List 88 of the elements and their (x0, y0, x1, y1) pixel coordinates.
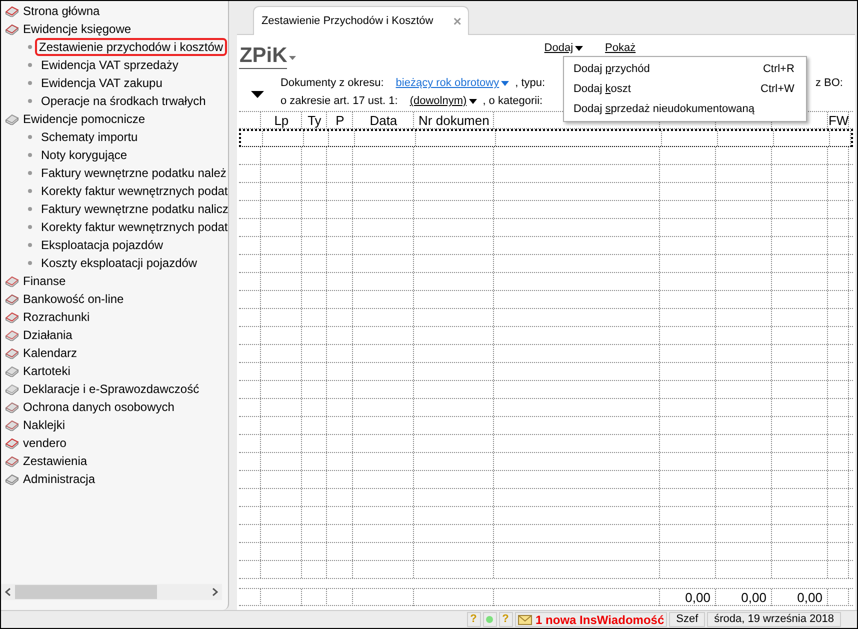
column-header[interactable]: P (327, 112, 354, 129)
action-link[interactable]: Pokaż (605, 40, 636, 56)
sidebar-item[interactable]: Strona główna (23, 2, 100, 20)
caret-icon[interactable] (575, 46, 584, 51)
bullet-icon (28, 189, 32, 193)
dropdown-icon[interactable] (289, 56, 296, 60)
sidebar-item[interactable]: Finanse (23, 272, 66, 290)
sidebar-item[interactable]: Rozrachunki (23, 308, 90, 326)
book-icon (5, 473, 19, 485)
scroll-right-icon[interactable] (212, 588, 218, 596)
bullet-icon (28, 63, 32, 67)
sidebar-item[interactable]: Ewidencje pomocnicze (23, 110, 146, 128)
menu-item[interactable]: Dodaj przychód Ctrl+R (564, 59, 806, 79)
book-icon (5, 23, 19, 35)
book-icon (5, 383, 19, 395)
column-header[interactable]: FW (828, 112, 850, 129)
column-header[interactable]: Data (353, 112, 414, 129)
column-header[interactable]: Ty (302, 112, 328, 129)
book-icon (5, 293, 19, 305)
column-header[interactable]: Nr dokumen (414, 112, 494, 129)
bullet-icon (28, 261, 32, 265)
bullet-icon (28, 135, 32, 139)
bullet-icon (28, 45, 32, 49)
book-icon (5, 365, 19, 377)
sidebar-item[interactable]: Kalendarz (23, 344, 78, 362)
date-label: środa, 19 września 2018 (707, 612, 841, 627)
sidebar-item[interactable]: Zestawienie przychodów i kosztów (35, 38, 228, 56)
collapse-icon[interactable] (251, 91, 264, 98)
envelope-icon (518, 614, 532, 624)
sidebar-item[interactable]: Administracja (23, 470, 96, 488)
menu-item[interactable]: Dodaj sprzedaż nieudokumentowaną (564, 99, 806, 119)
total-value: 0,00 (797, 590, 822, 605)
sidebar-item[interactable]: Bankowość on-line (23, 290, 124, 308)
scrollbar-thumb[interactable] (15, 585, 157, 599)
book-icon (5, 401, 19, 413)
filter-label: o zakresie art. 17 ust. 1: (280, 94, 398, 109)
sidebar-item[interactable]: Faktury wewnętrzne podatku należ (41, 164, 226, 182)
sidebar-item[interactable]: vendero (23, 434, 66, 452)
filter-label: , typu: (515, 76, 546, 91)
sidebar-item[interactable]: Ochrona danych osobowych (23, 398, 174, 416)
scroll-left-icon[interactable] (5, 588, 11, 596)
bullet-icon (28, 243, 32, 247)
sidebar-item[interactable]: Ewidencja VAT zakupu (41, 74, 162, 92)
bullet-icon (28, 99, 32, 103)
bullet-icon (28, 225, 32, 229)
period-dropdown[interactable]: bieżący rok obrotowy (396, 75, 510, 92)
book-icon (5, 455, 19, 467)
book-icon (5, 275, 19, 287)
sidebar-item[interactable]: Ewidencja VAT sprzedaży (41, 56, 178, 74)
filter-label: z BO: (815, 76, 843, 91)
book-icon (5, 113, 19, 125)
bullet-icon (28, 171, 32, 175)
sidebar-item[interactable]: Noty korygujące (41, 146, 128, 164)
user-label: Szef (669, 612, 706, 627)
filter-label: Dokumenty z okresu: (280, 76, 384, 91)
sidebar-item[interactable]: Koszty eksploatacji pojazdów (41, 254, 198, 272)
sidebar-item[interactable]: Zestawienia (23, 452, 88, 470)
menu-item[interactable]: Dodaj koszt Ctrl+W (564, 79, 806, 99)
book-icon (5, 329, 19, 341)
sidebar-item[interactable]: Kartoteki (23, 362, 70, 380)
total-value: 0,00 (685, 590, 710, 605)
bullet-icon (28, 153, 32, 157)
bullet-icon (28, 81, 32, 85)
sidebar-item[interactable]: Korekty faktur wewnętrznych podat (41, 218, 228, 236)
book-icon (5, 419, 19, 431)
book-icon (5, 437, 19, 449)
action-link[interactable]: Dodaj (544, 40, 574, 56)
sidebar-item[interactable]: Ewidencje księgowe (23, 20, 132, 38)
book-icon (5, 311, 19, 323)
sidebar-item[interactable]: Operacje na środkach trwałych (41, 92, 206, 110)
sidebar-item[interactable]: Korekty faktur wewnętrznych podat (41, 182, 228, 200)
sidebar-item[interactable]: Faktury wewnętrzne podatku nalicz (41, 200, 228, 218)
book-icon (5, 5, 19, 17)
page-heading[interactable]: ZPiK (239, 44, 288, 69)
sidebar-item[interactable]: Schematy importu (41, 128, 138, 146)
caret-icon[interactable] (468, 98, 477, 104)
column-header[interactable]: Lp (261, 112, 302, 129)
sidebar-item[interactable]: Naklejki (23, 416, 66, 434)
document-tab[interactable]: Zestawienie Przychodów i Kosztów × (253, 6, 470, 35)
book-icon (5, 347, 19, 359)
sidebar-item[interactable]: Deklaracje i e-Sprawozdawczość (23, 380, 200, 398)
sidebar-item[interactable]: Działania (23, 326, 72, 344)
message-button[interactable]: 1 nowa InsWiadomość (514, 612, 668, 627)
scope-dropdown[interactable]: (dowolnym) (410, 93, 477, 110)
bullet-icon (28, 207, 32, 211)
sidebar-item[interactable]: Eksploatacja pojazdów (41, 236, 164, 254)
total-value: 0,00 (741, 590, 766, 605)
filter-label: , o kategorii: (482, 94, 543, 109)
